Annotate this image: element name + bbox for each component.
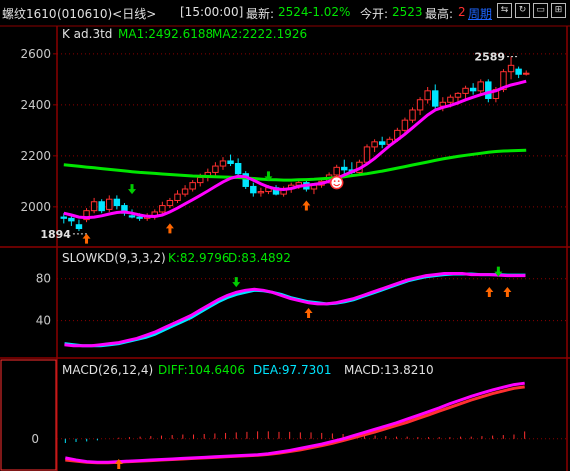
candle-body bbox=[378, 141, 386, 145]
candle-body bbox=[341, 166, 348, 171]
stock-chart-area[interactable]: 2600 2400 2200 2000 1894 2589 K ad.3td MA1:2492… bbox=[0, 0, 570, 471]
candle-body bbox=[469, 87, 477, 92]
macd-dea-readout: DEA:97.7301 bbox=[253, 363, 332, 377]
macd-axis-label: 0 bbox=[31, 432, 39, 446]
price-axis-label: 2400 bbox=[20, 98, 51, 112]
kd-buy-arrow bbox=[503, 287, 512, 298]
candle-body bbox=[212, 165, 219, 173]
candle-body bbox=[234, 163, 242, 175]
candle-body bbox=[432, 90, 439, 107]
ma1-readout: MA1:2492.6188 bbox=[118, 27, 213, 41]
kd-d-readout: D:83.4892 bbox=[228, 251, 291, 265]
candle-body bbox=[257, 191, 265, 194]
macd-dea-line bbox=[65, 385, 525, 465]
kd-axis-label: 40 bbox=[36, 314, 51, 328]
candle-body bbox=[197, 177, 204, 184]
candle-body bbox=[219, 160, 227, 167]
price-axis-label: 2000 bbox=[20, 200, 51, 214]
candle-body bbox=[515, 68, 522, 75]
candle-body bbox=[75, 224, 83, 230]
candle-body bbox=[227, 160, 234, 164]
candle-body bbox=[333, 166, 340, 176]
low-price-label: 1894 bbox=[40, 228, 71, 241]
macd-diff-line bbox=[65, 381, 525, 464]
candle-body bbox=[189, 182, 196, 190]
price-axis-label: 2600 bbox=[20, 47, 51, 61]
candle-body bbox=[159, 205, 166, 213]
candle-body bbox=[424, 90, 431, 101]
macd-panel-title: MACD(26,12,4) bbox=[62, 363, 153, 377]
price-panel-title: K ad.3td bbox=[62, 27, 112, 41]
buy-signal-arrow bbox=[302, 200, 311, 211]
buy-signal-arrow bbox=[82, 233, 91, 244]
candle-body bbox=[181, 188, 189, 195]
kd-axis-label: 80 bbox=[36, 272, 51, 286]
macd-selection-box bbox=[0, 359, 57, 471]
price-axis-label: 2200 bbox=[20, 149, 51, 163]
kd-panel-title: SLOWKD(9,3,3,2) bbox=[62, 251, 166, 265]
candle-body bbox=[250, 185, 257, 194]
candle-body bbox=[68, 217, 75, 222]
candle-body bbox=[98, 201, 105, 212]
buy-signal-arrow bbox=[165, 223, 174, 234]
kd-k-line bbox=[64, 272, 526, 348]
sell-signal-arrow bbox=[128, 184, 137, 195]
candle-body bbox=[60, 216, 68, 219]
kd-buy-arrow bbox=[304, 308, 313, 319]
ma2-line bbox=[63, 148, 527, 182]
smiley-icon-eye bbox=[337, 180, 340, 183]
ma2-readout: MA2:2222.1926 bbox=[212, 27, 307, 41]
candle-body bbox=[106, 198, 113, 210]
macd-value-readout: MACD:13.8210 bbox=[344, 363, 434, 377]
candle-body bbox=[416, 99, 424, 111]
candle-body bbox=[166, 199, 174, 207]
candle-body bbox=[447, 96, 454, 103]
candle-body bbox=[507, 64, 515, 73]
candle-body bbox=[90, 201, 98, 212]
candle-body bbox=[174, 193, 181, 201]
kd-buy-arrow bbox=[485, 287, 494, 298]
smiley-icon-eye bbox=[333, 180, 336, 183]
candle-body bbox=[128, 215, 136, 218]
candle-body bbox=[454, 92, 462, 98]
candle-body bbox=[371, 141, 378, 148]
smiley-icon bbox=[329, 175, 344, 190]
candle-body bbox=[409, 109, 416, 121]
kd-d-line bbox=[64, 272, 526, 348]
candle-body bbox=[485, 81, 492, 99]
candle-body bbox=[401, 119, 409, 131]
macd-diff-readout: DIFF:104.6406 bbox=[158, 363, 245, 377]
kd-k-readout: K:82.9796 bbox=[168, 251, 230, 265]
candle-body bbox=[136, 216, 143, 219]
candle-body bbox=[113, 198, 121, 207]
candle-body bbox=[462, 87, 469, 94]
candle-body bbox=[477, 81, 484, 92]
ma1-line bbox=[63, 79, 527, 220]
candle-body bbox=[522, 72, 530, 75]
candle-body bbox=[363, 146, 371, 163]
high-price-label: 2589 bbox=[474, 51, 505, 64]
